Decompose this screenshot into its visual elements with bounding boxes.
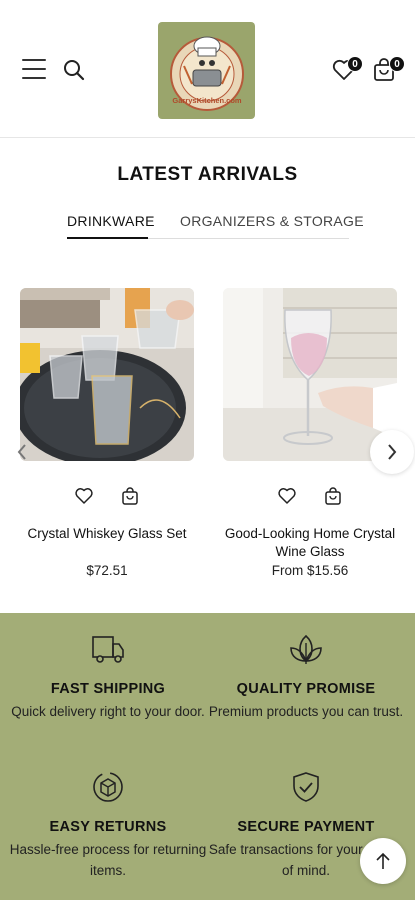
features-section: FAST SHIPPING Quick delivery right to yo… bbox=[0, 613, 415, 900]
menu-icon[interactable] bbox=[22, 58, 46, 80]
add-to-cart-icon[interactable] bbox=[120, 486, 140, 506]
cart-count-badge: 0 bbox=[389, 56, 405, 72]
product-price: From $15.56 bbox=[271, 563, 349, 578]
product-image[interactable] bbox=[20, 288, 194, 461]
truck-icon bbox=[92, 636, 124, 663]
page: GarrysKitchen.com 0 0 LATEST ARRIVALS DR… bbox=[0, 0, 415, 900]
feature-title: EASY RETURNS bbox=[49, 819, 167, 835]
product-price: $72.51 bbox=[86, 563, 128, 578]
tab-organizers-storage[interactable]: ORGANIZERS & STORAGE bbox=[180, 210, 364, 240]
leaf-icon bbox=[290, 634, 322, 664]
chevron-right-icon bbox=[388, 444, 397, 460]
add-to-wishlist-icon[interactable] bbox=[277, 486, 297, 506]
tab-divider bbox=[148, 238, 349, 239]
product-image[interactable] bbox=[223, 288, 397, 461]
returns-box-icon bbox=[93, 772, 123, 802]
carousel-next-button[interactable] bbox=[370, 430, 414, 474]
feature-title: SECURE PAYMENT bbox=[237, 819, 375, 835]
site-header: GarrysKitchen.com 0 0 bbox=[0, 0, 415, 138]
shield-check-icon bbox=[293, 772, 319, 802]
feature-text: Quick delivery right to your door. bbox=[11, 704, 205, 719]
product-actions bbox=[223, 486, 397, 508]
add-to-wishlist-icon[interactable] bbox=[74, 486, 94, 506]
tab-drinkware[interactable]: DRINKWARE bbox=[67, 210, 155, 240]
product-card[interactable]: Crystal Whiskey Glass Set $72.51 bbox=[20, 288, 194, 578]
feature-text: Hassle-free process for returning items. bbox=[9, 842, 207, 878]
wishlist-count-badge: 0 bbox=[347, 56, 363, 72]
back-to-top-button[interactable] bbox=[360, 838, 406, 884]
feature-easy-returns: EASY RETURNS Hassle-free process for ret… bbox=[8, 769, 208, 881]
search-icon[interactable] bbox=[62, 58, 86, 82]
product-name[interactable]: Good-Looking Home Crystal Wine Glass bbox=[217, 525, 403, 561]
arrow-up-icon bbox=[376, 852, 390, 869]
feature-quality-promise: QUALITY PROMISE Premium products you can… bbox=[206, 631, 406, 722]
feature-title: FAST SHIPPING bbox=[50, 681, 166, 697]
feature-fast-shipping: FAST SHIPPING Quick delivery right to yo… bbox=[8, 631, 208, 722]
category-tabs: DRINKWARE ORGANIZERS & STORAGE bbox=[0, 210, 415, 242]
site-logo[interactable]: GarrysKitchen.com bbox=[158, 22, 255, 119]
logo-text: GarrysKitchen.com bbox=[172, 96, 242, 105]
section-title: LATEST ARRIVALS bbox=[117, 164, 298, 185]
logo-emblem-icon: GarrysKitchen.com bbox=[169, 36, 244, 111]
product-card[interactable]: Good-Looking Home Crystal Wine Glass Fro… bbox=[223, 288, 397, 578]
feature-title: QUALITY PROMISE bbox=[236, 681, 376, 697]
add-to-cart-icon[interactable] bbox=[323, 486, 343, 506]
product-name[interactable]: Crystal Whiskey Glass Set bbox=[14, 525, 200, 543]
product-actions bbox=[20, 486, 194, 508]
active-tab-indicator bbox=[67, 237, 148, 239]
feature-text: Premium products you can trust. bbox=[208, 704, 404, 719]
carousel-prev-icon[interactable] bbox=[10, 440, 34, 464]
